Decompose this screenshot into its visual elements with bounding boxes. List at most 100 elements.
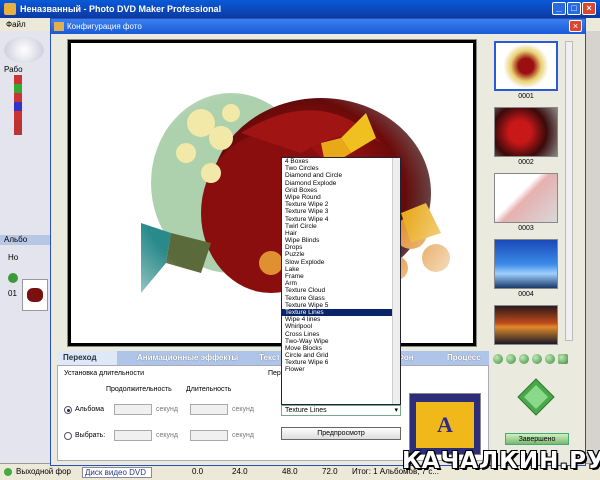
radio-selected-label: Выбрать: bbox=[75, 432, 106, 439]
radio-all-album[interactable] bbox=[64, 406, 72, 414]
ruler-3: 72.0 bbox=[322, 467, 338, 476]
watermark: КАЧАЛКИН.РУ bbox=[402, 448, 600, 474]
thumbnail-label: 0004 bbox=[518, 291, 534, 298]
transition-option[interactable]: Texture Wipe 6 bbox=[282, 359, 400, 366]
dialog-icon bbox=[54, 22, 64, 31]
output-format-select[interactable]: Диск видео DVD bbox=[82, 467, 152, 478]
add-icon[interactable] bbox=[8, 273, 18, 283]
delete-photo-icon[interactable] bbox=[558, 354, 568, 364]
first-icon[interactable] bbox=[493, 354, 503, 364]
dialog-title-bar: Конфигурация фото × bbox=[51, 19, 585, 34]
thumbnail-image bbox=[494, 305, 558, 345]
transition-option[interactable]: Texture Wipe 3 bbox=[282, 208, 400, 215]
transition-option[interactable]: Frame bbox=[282, 273, 400, 280]
thumbnail-image bbox=[494, 107, 558, 157]
ruler-1: 24.0 bbox=[232, 467, 248, 476]
close-button[interactable]: × bbox=[582, 2, 596, 15]
transition-option[interactable]: Diamond Explode bbox=[282, 180, 400, 187]
transition-option[interactable]: Two-Way Wipe bbox=[282, 338, 400, 345]
thumbnail-item[interactable] bbox=[491, 305, 561, 349]
prev-icon[interactable] bbox=[506, 354, 516, 364]
transition-option[interactable]: Flower bbox=[282, 366, 400, 373]
transition-option[interactable]: Hair bbox=[282, 230, 400, 237]
transition-option[interactable]: Twirl Circle bbox=[282, 223, 400, 230]
add-photo-icon[interactable] bbox=[545, 354, 555, 364]
main-title-bar: Неназванный - Photo DVD Maker Profession… bbox=[0, 0, 600, 18]
transition-option[interactable]: Slow Explode bbox=[282, 259, 400, 266]
length-input-all[interactable] bbox=[190, 404, 228, 415]
ruler-0: 0.0 bbox=[192, 467, 204, 476]
radio-selected[interactable] bbox=[64, 432, 72, 440]
duration-input-all[interactable] bbox=[114, 404, 152, 415]
done-button[interactable]: Завершено bbox=[505, 433, 569, 445]
transition-option[interactable]: Whirlpool bbox=[282, 323, 400, 330]
chevron-down-icon[interactable]: ▾ bbox=[394, 406, 398, 416]
transition-option[interactable]: Circle and Grid bbox=[282, 352, 400, 359]
length-input-selected[interactable] bbox=[190, 430, 228, 441]
transition-option[interactable]: Texture Wipe 4 bbox=[282, 216, 400, 223]
status-icon bbox=[4, 468, 12, 476]
output-format-label: Выходной фор bbox=[16, 467, 71, 476]
seconds-label: секунд bbox=[156, 432, 178, 439]
transition-option[interactable]: Grid Boxes bbox=[282, 187, 400, 194]
thumbnail-image bbox=[494, 239, 558, 289]
thumbnail-strip: 0001 0002 0003 0004 bbox=[491, 37, 561, 357]
transition-option[interactable]: Arm bbox=[282, 280, 400, 287]
transition-option[interactable]: Texture Lines bbox=[282, 308, 400, 317]
main-title-text: Неназванный - Photo DVD Maker Profession… bbox=[20, 4, 222, 14]
preview-button[interactable]: Предпросмотр bbox=[281, 427, 401, 440]
photo-config-dialog: Конфигурация фото × 0001 0002 0003 0004 … bbox=[50, 18, 586, 466]
last-icon[interactable] bbox=[532, 354, 542, 364]
transition-option[interactable]: Texture Cloud bbox=[282, 287, 400, 294]
thumbnail-item[interactable]: 0002 bbox=[491, 107, 561, 169]
thumbnail-label: 0003 bbox=[518, 225, 534, 232]
app-icon bbox=[4, 3, 16, 15]
dialog-close-button[interactable]: × bbox=[569, 20, 582, 32]
preview-image bbox=[71, 43, 473, 343]
menu-file[interactable]: Файл bbox=[6, 20, 26, 29]
tab-process[interactable]: Процесс bbox=[441, 351, 487, 365]
transition-option[interactable]: Cross Lines bbox=[282, 331, 400, 338]
tree-item-icons bbox=[14, 75, 22, 135]
next-icon[interactable] bbox=[519, 354, 529, 364]
tab-animation[interactable]: Анимационные эффекты bbox=[131, 351, 244, 365]
thumbnail-scrollbar[interactable] bbox=[565, 41, 573, 341]
transition-option[interactable]: Two Circles bbox=[282, 165, 400, 172]
album-thumbnail[interactable] bbox=[22, 279, 48, 311]
transition-option[interactable]: Texture Wipe 5 bbox=[282, 302, 400, 309]
thumbnail-label: 0001 bbox=[518, 93, 534, 100]
tree-header[interactable]: Рабо bbox=[4, 65, 23, 74]
transition-option[interactable]: Texture Glass bbox=[282, 295, 400, 302]
tile-letter: A bbox=[416, 402, 474, 448]
thumbnail-nav-controls bbox=[493, 354, 583, 366]
transition-option[interactable]: 4 Boxes bbox=[282, 158, 400, 165]
transition-option[interactable]: Wipe 4 lines bbox=[282, 316, 400, 323]
thumbnail-label: 0002 bbox=[518, 159, 534, 166]
thumbnail-item[interactable]: 0004 bbox=[491, 239, 561, 301]
length-header: Длительность bbox=[186, 386, 232, 393]
maximize-button[interactable]: □ bbox=[567, 2, 581, 15]
duration-header: Продолжительность bbox=[106, 386, 172, 393]
transition-option[interactable]: Diamond and Circle bbox=[282, 172, 400, 179]
transition-option[interactable]: Lake bbox=[282, 266, 400, 273]
transition-option[interactable]: Texture Wipe 2 bbox=[282, 201, 400, 208]
transition-option[interactable]: Wipe Round bbox=[282, 194, 400, 201]
transition-select-value: Texture Lines bbox=[285, 407, 327, 414]
transition-option[interactable]: Move Blocks bbox=[282, 345, 400, 352]
tab-transition[interactable]: Переход bbox=[57, 351, 117, 365]
dropdown-scrollbar[interactable] bbox=[392, 158, 400, 404]
transition-dropdown-list[interactable]: 4 Boxes Two Circles Diamond and Circle Diam… bbox=[281, 157, 401, 405]
transition-option[interactable]: Wipe Blinds bbox=[282, 237, 400, 244]
thumbnail-item[interactable]: 0003 bbox=[491, 173, 561, 235]
dialog-title: Конфигурация фото bbox=[67, 22, 142, 31]
transition-option[interactable]: Puzzle bbox=[282, 251, 400, 258]
disc-icon bbox=[4, 37, 44, 63]
thumbnail-item[interactable]: 0001 bbox=[491, 41, 561, 103]
albums-tab[interactable]: Альбо bbox=[0, 235, 50, 245]
minimize-button[interactable]: _ bbox=[552, 2, 566, 15]
new-album-label[interactable]: Но bbox=[8, 253, 18, 262]
go-icon[interactable] bbox=[516, 377, 556, 417]
transition-option[interactable]: Drops bbox=[282, 244, 400, 251]
transition-select[interactable]: Texture Lines ▾ bbox=[281, 405, 401, 416]
duration-input-selected[interactable] bbox=[114, 430, 152, 441]
